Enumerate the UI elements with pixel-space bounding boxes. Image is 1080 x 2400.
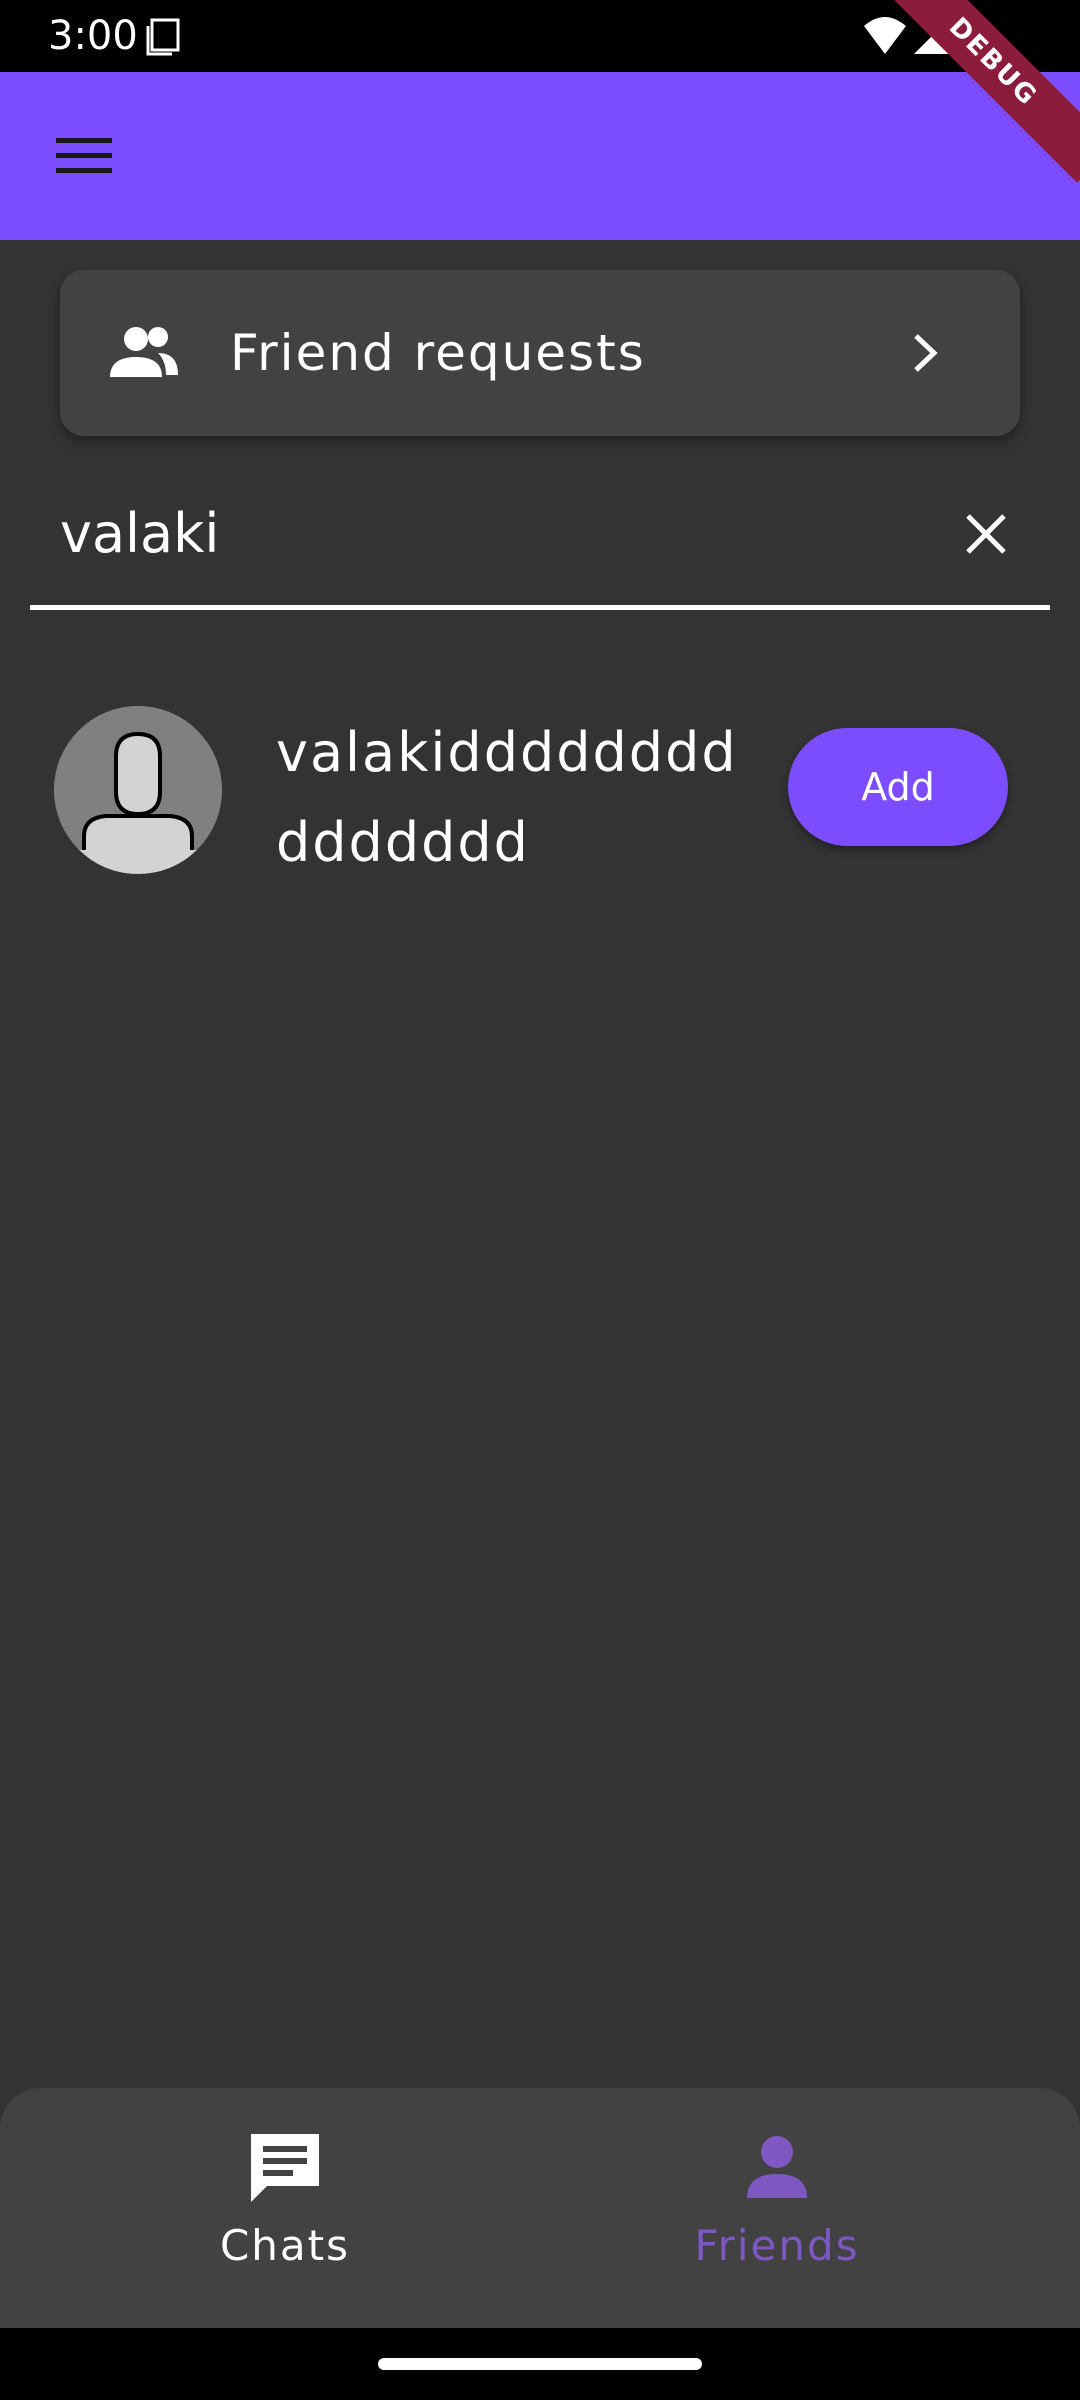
result-name: valakiddddddddddddddd	[276, 721, 738, 874]
close-icon	[966, 514, 1006, 554]
friend-requests-button[interactable]: Friend requests	[60, 270, 1020, 436]
nav-label-friends: Friends	[694, 2221, 860, 2270]
list-item: valakiddddddddddddddd Add	[0, 680, 1080, 900]
menu-icon	[56, 138, 112, 173]
people-icon	[110, 327, 178, 377]
sim-card-icon	[146, 18, 180, 56]
clear-search-button[interactable]	[950, 498, 1022, 570]
wifi-icon	[864, 17, 906, 54]
search-field	[30, 460, 1050, 610]
app-bar	[0, 72, 1080, 240]
chat-icon	[251, 2134, 319, 2202]
bottom-nav: Chats Friends	[0, 2088, 1080, 2328]
add-friend-button[interactable]: Add	[788, 728, 1008, 846]
person-icon	[747, 2136, 807, 2198]
friend-requests-label: Friend requests	[230, 324, 646, 382]
menu-button[interactable]	[36, 120, 132, 192]
system-nav-bar	[0, 2328, 1080, 2400]
nav-label-chats: Chats	[219, 2221, 351, 2270]
nav-item-friends[interactable]: Friends	[627, 2128, 927, 2288]
search-input[interactable]	[60, 498, 910, 568]
status-time: 3:00	[48, 13, 138, 59]
chevron-right-icon	[914, 334, 938, 372]
screen: 3:00 DEBUG Friend requests valaki valaki…	[0, 0, 1080, 2400]
nav-item-chats[interactable]: Chats	[135, 2128, 435, 2288]
person-avatar-icon	[54, 706, 222, 874]
home-indicator[interactable]	[378, 2358, 702, 2370]
